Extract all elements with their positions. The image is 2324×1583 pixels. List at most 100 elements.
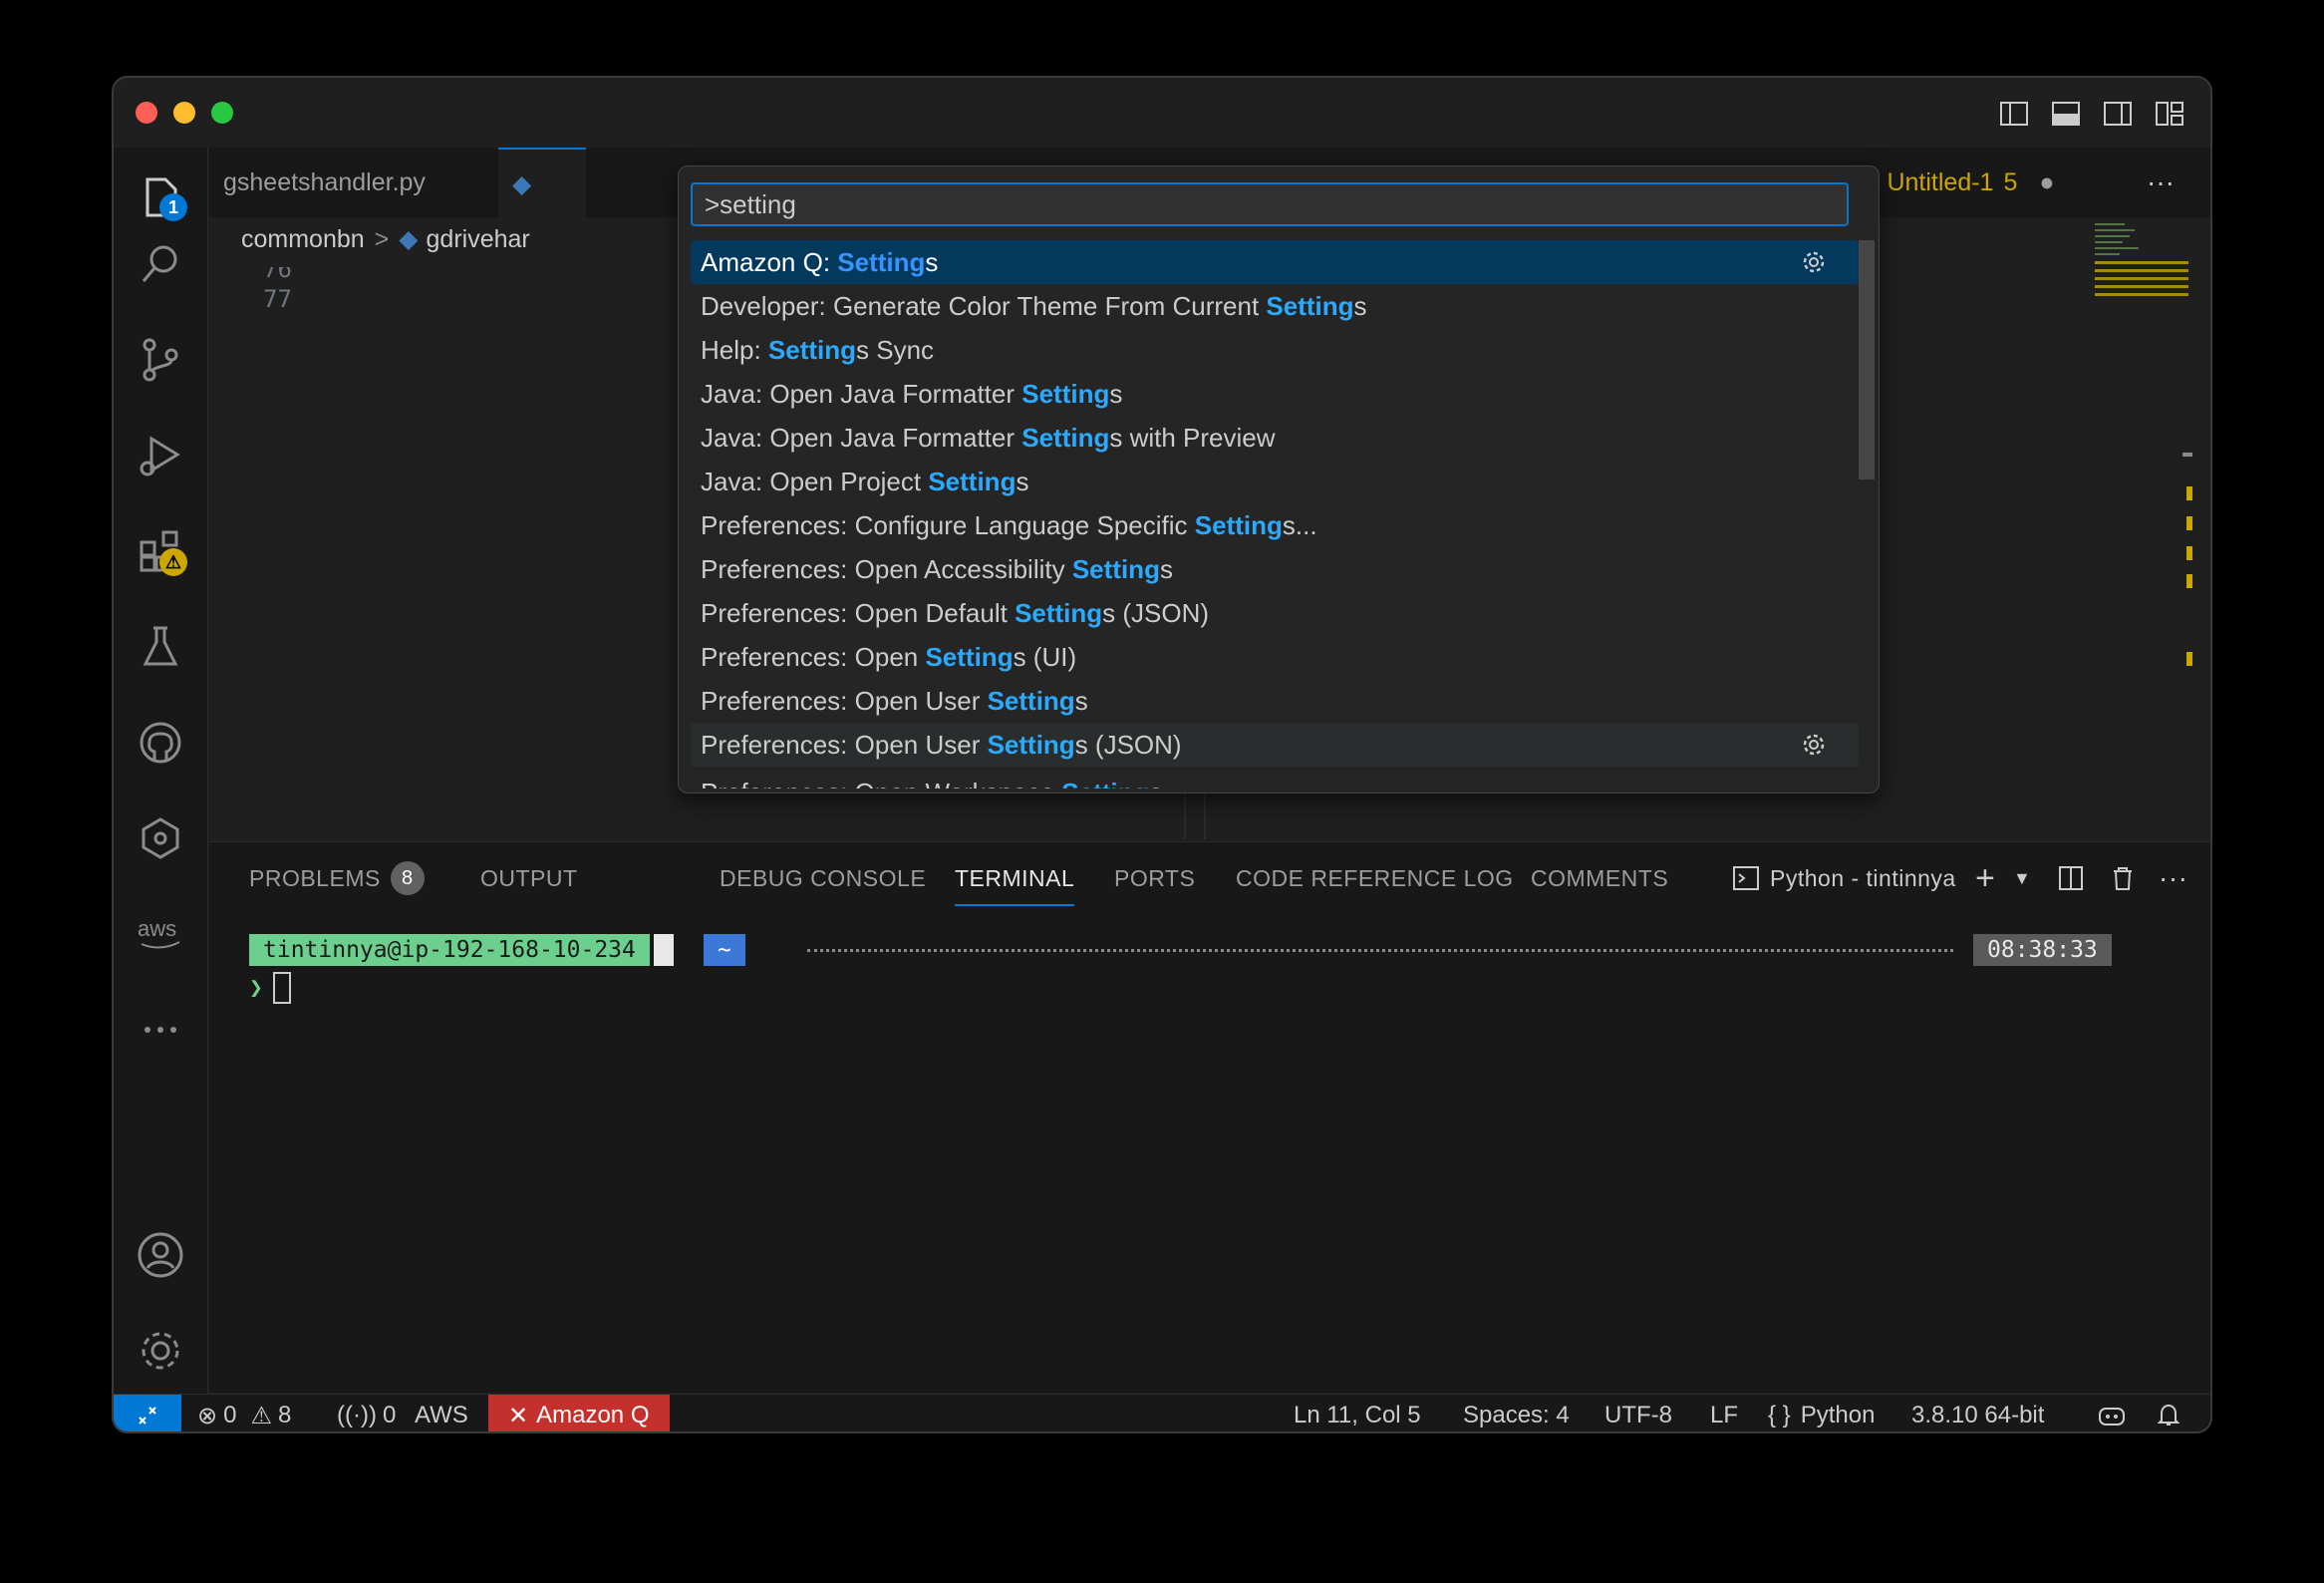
command-label-match: Setting — [1015, 597, 1103, 628]
tab-debug-console[interactable]: DEBUG CONSOLE — [720, 842, 926, 914]
command-list: Amazon Q: Setting s Developer: Generate Co… — [691, 240, 1859, 789]
svg-text:aws: aws — [138, 916, 176, 941]
command-palette: Amazon Q: Settings Developer: Generate Co… — [678, 165, 1880, 793]
toggle-panel-icon[interactable] — [2051, 100, 2081, 128]
tab-code-reference-log[interactable]: CODE REFERENCE LOG — [1236, 842, 1514, 914]
copilot-icon[interactable] — [2097, 1395, 2127, 1431]
command-list-scrollbar[interactable] — [1859, 240, 1875, 479]
command-item[interactable]: Preferences: Open Default Setting s (JSON… — [691, 591, 1859, 635]
terminal-cursor — [272, 972, 291, 1004]
tab-problems[interactable]: PROBLEMS 8 — [249, 842, 425, 914]
toggle-secondary-sidebar-icon[interactable] — [2103, 100, 2133, 128]
extensions-icon[interactable]: ⚠ — [134, 524, 187, 578]
maximize-window-button[interactable] — [211, 102, 233, 124]
unsaved-dot-icon[interactable]: ● — [2039, 168, 2054, 197]
run-debug-icon[interactable] — [134, 429, 187, 482]
cursor-position[interactable]: Ln 11, Col 5 — [1294, 1395, 1421, 1431]
command-label-suffix: s — [1149, 778, 1162, 790]
tab-label: OUTPUT — [480, 864, 578, 891]
more-actions-icon[interactable]: ··· — [2159, 842, 2187, 914]
gitlens-icon[interactable] — [134, 811, 187, 865]
command-label-suffix: s (UI) — [1013, 641, 1077, 672]
command-label-match: Setting — [767, 334, 857, 365]
configure-keybinding-gear-icon[interactable] — [1801, 249, 1827, 282]
command-item[interactable]: Amazon Q: Setting s — [691, 240, 1859, 284]
customize-layout-icon[interactable] — [2155, 100, 2184, 128]
tab-untitled-1[interactable]: le Untitled-1 5 ● — [1844, 148, 2111, 217]
github-icon[interactable] — [134, 716, 187, 770]
tab-terminal[interactable]: TERMINAL — [955, 842, 1075, 914]
configure-keybinding-gear-icon[interactable] — [1801, 732, 1827, 765]
command-item[interactable]: Developer: Generate Color Theme From Cur… — [691, 284, 1859, 328]
python-interpreter[interactable]: 3.8.10 64-bit — [1911, 1395, 2044, 1431]
terminal-selector[interactable]: Python - tintinnya — [1732, 842, 1956, 914]
command-label-prefix: Java: Open Java Formatter — [701, 422, 1022, 453]
command-label-prefix: Developer: Generate Color Theme From Cur… — [701, 290, 1267, 321]
testing-icon[interactable] — [134, 620, 187, 674]
command-item[interactable]: Help: Setting s Sync — [691, 328, 1859, 372]
indentation[interactable]: Spaces: 4 — [1463, 1395, 1570, 1431]
more-actions-icon[interactable]: ··· — [2133, 148, 2210, 217]
command-label-prefix: Preferences: Open — [701, 641, 926, 672]
search-icon[interactable] — [134, 237, 187, 291]
close-window-button[interactable] — [136, 102, 157, 124]
prompt-line: tintinnya@ip-192-168-10-234 ~ 08:38:33 — [249, 934, 2163, 968]
new-terminal-icon[interactable]: + — [1975, 842, 1995, 914]
encoding[interactable]: UTF-8 — [1604, 1395, 1672, 1431]
source-control-icon[interactable] — [134, 333, 187, 387]
aws-toolkit-icon[interactable]: aws — [134, 907, 187, 961]
tab-comments[interactable]: COMMENTS — [1531, 842, 1668, 914]
command-label-match: Setting — [1071, 553, 1160, 584]
problems-status[interactable]: ⊗ 0 ⚠ 8 — [197, 1395, 291, 1431]
toggle-primary-sidebar-icon[interactable] — [1999, 100, 2029, 128]
remote-indicator-icon[interactable] — [114, 1395, 181, 1431]
command-label-match: Setting — [1266, 290, 1354, 321]
command-item[interactable]: Preferences: Open User Setting s (JSON) — [691, 723, 1859, 767]
command-item[interactable]: Java: Open Project Setting s — [691, 460, 1859, 503]
command-item[interactable]: Java: Open Java Formatter Setting s — [691, 372, 1859, 416]
terminal-output[interactable]: tintinnya@ip-192-168-10-234 ~ 08:38:33 ❯ — [249, 934, 2163, 1004]
end-of-line[interactable]: LF — [1710, 1395, 1738, 1431]
command-label-prefix: Help: — [701, 334, 768, 365]
tab-active-python[interactable]: ◆ — [498, 148, 586, 219]
tab-output[interactable]: OUTPUT — [480, 842, 578, 914]
command-item[interactable]: Preferences: Open Setting s (UI) — [691, 635, 1859, 679]
minimap[interactable] — [2093, 217, 2192, 915]
kill-terminal-icon[interactable] — [2109, 842, 2137, 914]
tab-label: PROBLEMS — [249, 864, 381, 891]
command-item[interactable]: Preferences: Configure Language Specific… — [691, 503, 1859, 547]
command-label-match: Setting — [928, 466, 1017, 496]
manage-gear-icon[interactable] — [134, 1324, 187, 1378]
tab-ports[interactable]: PORTS — [1114, 842, 1195, 914]
command-item[interactable]: Preferences: Open Accessibility Setting s — [691, 547, 1859, 591]
command-label-prefix: Preferences: Open Default — [701, 597, 1016, 628]
command-item[interactable]: Preferences: Open User Setting s — [691, 679, 1859, 723]
command-label-suffix: s... — [1282, 509, 1317, 540]
command-palette-input[interactable] — [691, 182, 1849, 226]
command-item[interactable]: Preferences: Open Workspace Settings — [691, 771, 1859, 790]
ports-status[interactable]: ((·)) 0 — [337, 1395, 396, 1431]
command-label-prefix: Preferences: Configure Language Specific — [701, 509, 1195, 540]
split-terminal-icon[interactable] — [2057, 842, 2085, 914]
command-label-suffix: s — [1074, 685, 1088, 716]
amazon-q-status[interactable]: ✕ Amazon Q — [488, 1395, 670, 1431]
explorer-icon[interactable]: 1 — [134, 169, 187, 223]
notifications-bell-icon[interactable] — [2157, 1395, 2180, 1431]
tab-gsheetshandler[interactable]: gsheetshandler.py — [209, 148, 506, 217]
language-mode[interactable]: { } Python — [1768, 1395, 1875, 1431]
vscode-window: 1 ⚠ aws gsheetshandler.py ◆ Untitled-1 5… — [112, 76, 2212, 1433]
close-icon: ✕ — [508, 1402, 529, 1429]
command-label-match: Setting — [987, 685, 1075, 716]
chevron-down-icon[interactable]: ▼ — [2013, 842, 2031, 914]
prompt-directory: ~ — [704, 934, 745, 966]
aws-status[interactable]: AWS — [415, 1395, 468, 1431]
command-item[interactable]: Java: Open Java Formatter Setting s with … — [691, 416, 1859, 460]
breadcrumb-folder[interactable]: commonbn — [241, 225, 365, 254]
accounts-icon[interactable] — [134, 1228, 187, 1282]
breadcrumb-file[interactable]: gdrivehar — [427, 225, 530, 254]
more-views-icon[interactable] — [134, 1003, 187, 1057]
tab-label: gsheetshandler.py — [223, 167, 426, 196]
title-bar — [114, 78, 2210, 148]
command-label-suffix: s with Preview — [1109, 422, 1276, 453]
minimize-window-button[interactable] — [173, 102, 195, 124]
